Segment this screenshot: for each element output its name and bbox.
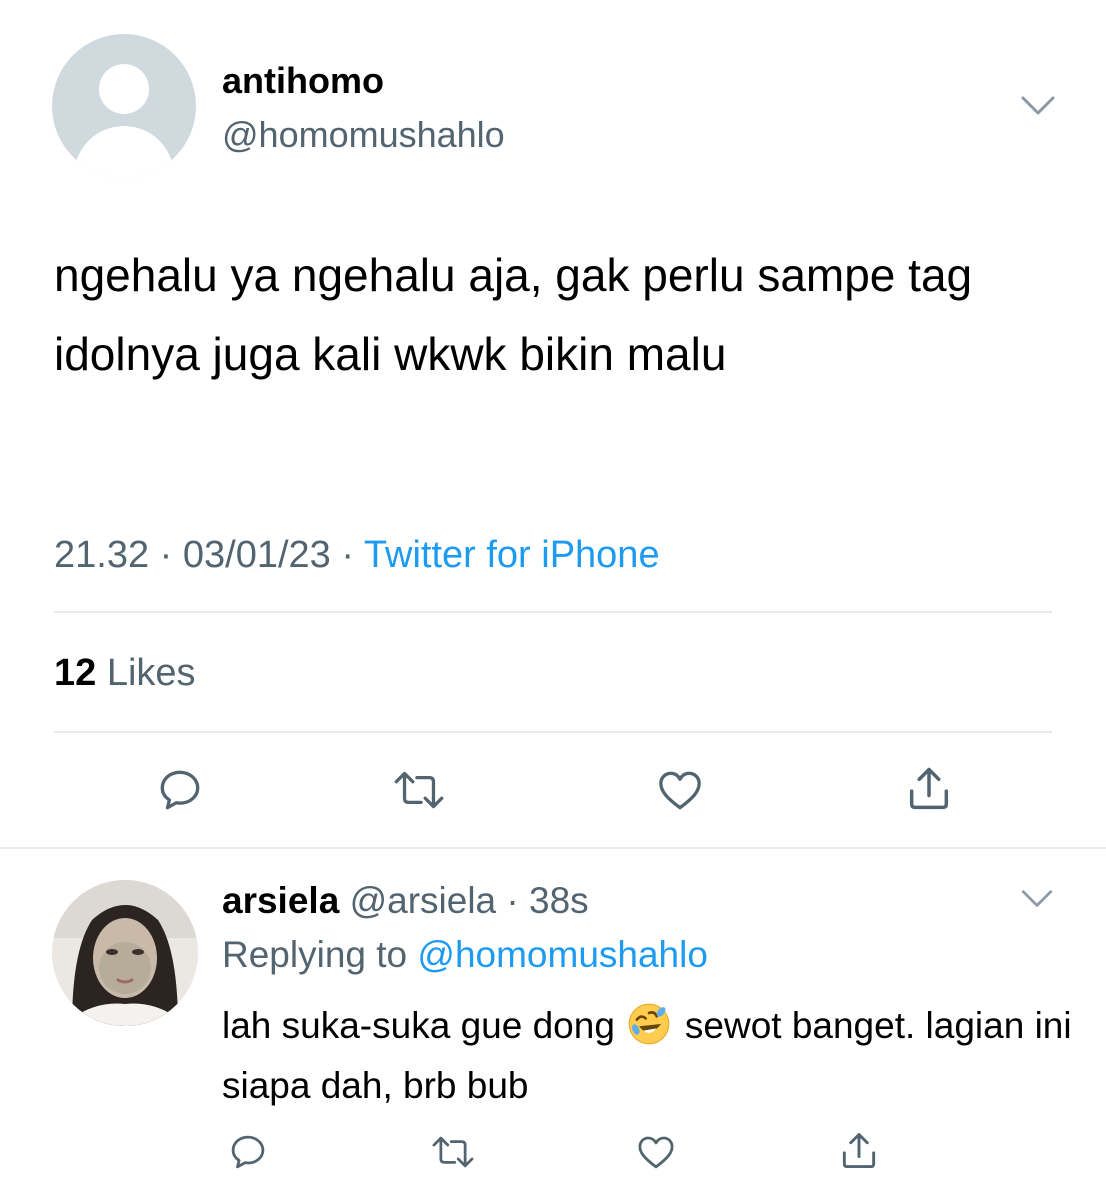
tweet-source-link[interactable]: Twitter for iPhone [364,534,660,576]
rolling-on-floor-laughing-emoji [628,1003,670,1045]
divider [54,611,1052,613]
chevron-down-icon[interactable] [1020,94,1056,118]
tweet-time: 21.32 [54,534,150,576]
reply-header: arsiela @arsiela · 38s [222,880,589,921]
author-display-name[interactable]: antihomo [222,60,384,102]
author-avatar[interactable] [52,34,196,178]
reply-icon [231,1135,265,1169]
reply-handle[interactable]: @arsiela [350,880,497,921]
reply-icon [160,770,200,810]
likes-count: 12 [54,652,97,694]
retweet-button[interactable] [384,762,454,818]
reply-like-button[interactable] [632,1128,680,1176]
default-profile-icon [99,64,149,114]
divider [0,847,1106,849]
reply-text: lah suka-suka gue dong sewot banget. lag… [222,996,1082,1116]
retweet-icon [394,771,444,809]
replying-mention-link[interactable]: @homomushahlo [417,934,708,975]
share-icon [909,767,949,810]
divider [54,731,1052,733]
like-icon [659,771,701,810]
tweet-date: 03/01/23 [182,534,331,576]
tweet-meta: 21.32 · 03/01/23 · Twitter for iPhone [54,534,660,576]
reply-text-part1: lah suka-suka gue dong [222,1005,615,1046]
reply-retweet-button[interactable] [424,1128,482,1176]
reply-display-name[interactable]: arsiela [222,880,339,921]
share-button[interactable] [900,760,958,818]
share-icon [842,1133,876,1169]
likes-label: Likes [106,652,196,694]
author-handle[interactable]: @homomushahlo [222,114,505,156]
chevron-down-icon[interactable] [1020,888,1054,910]
reply-button[interactable] [152,762,208,818]
tweet-text: ngehalu ya ngehalu aja, gak perlu sampe … [54,249,973,380]
reply-share-button[interactable] [834,1126,884,1176]
like-button[interactable] [652,762,708,818]
reply-avatar-photo [52,880,198,1026]
reply-age: 38s [529,880,589,921]
reply-reply-button[interactable] [224,1128,272,1176]
replying-to: Replying to @homomushahlo [222,934,708,976]
replying-prefix: Replying to [222,934,408,975]
retweet-icon [432,1136,474,1168]
like-icon [638,1136,674,1169]
likes-stat[interactable]: 12 Likes [54,652,196,695]
reply-author-avatar[interactable] [52,880,198,1026]
